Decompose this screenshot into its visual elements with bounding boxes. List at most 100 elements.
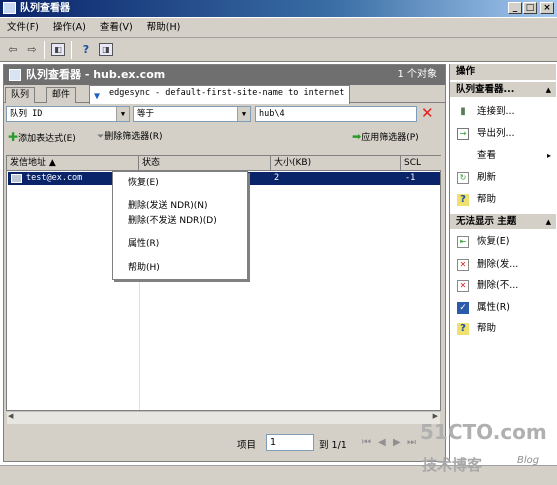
- filter-field-select[interactable]: 队列 ID ▼: [6, 106, 130, 122]
- section2-label: 无法显示 主题: [456, 216, 517, 227]
- tab-messages[interactable]: 邮件: [46, 87, 77, 103]
- filter-action-row: ✚添加表达式(E) ⏷删除筛选器(R) ➡应用筛选器(P): [4, 129, 445, 147]
- tab-filter-result[interactable]: ▼ edgesync - default-first-site-name to …: [89, 85, 351, 104]
- forward-arrow-icon[interactable]: ⇨: [24, 42, 40, 58]
- close-button[interactable]: ×: [540, 2, 554, 14]
- chevron-down-icon[interactable]: ▼: [237, 107, 250, 121]
- properties-icon: ✓: [457, 302, 469, 314]
- column-header-size[interactable]: 大小(KB): [271, 156, 401, 171]
- scroll-left-icon[interactable]: ◀: [8, 412, 13, 420]
- menu-separator: [117, 255, 243, 256]
- menu-help[interactable]: 帮助(H): [140, 18, 188, 38]
- action-resume[interactable]: ⇤ 恢复(E): [450, 232, 556, 252]
- first-page-icon[interactable]: ⏮: [362, 437, 371, 448]
- action-label: 删除(发...: [477, 259, 519, 270]
- action-help[interactable]: ? 帮助: [450, 190, 556, 210]
- collapse-up-icon[interactable]: ▲: [546, 82, 551, 98]
- action-label: 帮助: [477, 323, 497, 334]
- menu-item-properties[interactable]: 属性(R): [113, 236, 247, 252]
- toolbar: ⇦ ⇨ ◧ ? ◨: [0, 38, 557, 62]
- action-delete-no-ndr[interactable]: ✕ 删除(不...: [450, 276, 556, 296]
- remove-filter-label: 删除筛选器(R): [104, 132, 163, 142]
- previous-page-icon[interactable]: ◀: [378, 437, 386, 448]
- pager: 项目 1 到 1/1 ⏮ ◀ ▶ ⏭: [4, 431, 445, 455]
- action-label: 属性(R): [477, 302, 511, 313]
- next-page-icon[interactable]: ▶: [393, 437, 401, 448]
- export-icon: →: [457, 128, 469, 140]
- add-expression-label: 添加表达式(E): [18, 134, 76, 144]
- submenu-arrow-icon: ▸: [546, 151, 551, 160]
- action-section-selection[interactable]: 无法显示 主题 ▲: [450, 213, 556, 229]
- action-label: 导出列...: [477, 128, 515, 139]
- action-label: 查看: [477, 150, 497, 161]
- watermark-blog: Blog: [517, 455, 540, 466]
- menu-separator: [117, 232, 243, 233]
- filter-value-input[interactable]: hub\4: [255, 106, 417, 122]
- chevron-down-icon[interactable]: ▼: [116, 107, 129, 121]
- remove-filter-x-icon[interactable]: ✕: [421, 105, 434, 121]
- menu-file[interactable]: 文件(F): [0, 18, 46, 38]
- action-export[interactable]: → 导出列...: [450, 124, 556, 144]
- action-delete-ndr[interactable]: ✕ 删除(发...: [450, 255, 556, 275]
- action-label: 恢复(E): [477, 236, 510, 247]
- help-icon: ?: [457, 323, 469, 335]
- column-header-scl[interactable]: SCL: [401, 156, 441, 171]
- cell-scl: -1: [405, 173, 416, 183]
- page-input[interactable]: 1: [266, 434, 314, 451]
- add-expression-button[interactable]: ✚添加表达式(E): [8, 129, 76, 147]
- filter-field-value: 队列 ID: [10, 109, 43, 119]
- action-connect[interactable]: ▮ 连接到...: [450, 102, 556, 122]
- app-icon: [3, 2, 16, 14]
- help-icon[interactable]: ?: [78, 42, 94, 58]
- action-label: 连接到...: [477, 106, 515, 117]
- connect-icon: ▮: [460, 106, 466, 117]
- title-bar: 队列查看器: [0, 0, 557, 17]
- help-icon: ?: [457, 194, 469, 206]
- column-header-status[interactable]: 状态: [139, 156, 271, 171]
- horizontal-scrollbar[interactable]: ◀ ▶: [7, 411, 440, 424]
- section1-label: 队列查看器...: [456, 84, 515, 95]
- menu-item-delete-no-ndr[interactable]: 删除(不发送 NDR)(D): [113, 213, 247, 229]
- action-label: 刷新: [477, 172, 497, 183]
- menu-item-help[interactable]: 帮助(H): [113, 260, 247, 276]
- action-refresh[interactable]: ↻ 刷新: [450, 168, 556, 188]
- apply-filter-label: 应用筛选器(P): [361, 133, 419, 143]
- pane-header: 队列查看器 - hub.ex.com 1 个对象: [4, 65, 445, 85]
- column-header-from[interactable]: 发信地址 ▲: [7, 156, 139, 171]
- action-section-queue-viewer[interactable]: 队列查看器... ▲: [450, 81, 556, 97]
- remove-filter-button[interactable]: ⏷删除筛选器(R): [97, 129, 162, 145]
- window-title: 队列查看器: [20, 3, 70, 14]
- cell-size: 2: [274, 173, 280, 183]
- action-properties[interactable]: ✓ 属性(R): [450, 298, 556, 318]
- action-label: 删除(不...: [477, 280, 519, 291]
- object-count: 1 个对象: [397, 69, 437, 80]
- arrow-right-icon: ➡: [352, 130, 362, 143]
- menu-bar: 文件(F) 操作(A) 查看(V) 帮助(H): [0, 18, 557, 38]
- page-range: 到 1/1: [319, 440, 347, 451]
- action-view[interactable]: 查看 ▸: [450, 146, 556, 166]
- menu-action[interactable]: 操作(A): [46, 18, 93, 38]
- filter-operator-select[interactable]: 等于 ▼: [133, 106, 251, 122]
- scroll-right-icon[interactable]: ▶: [433, 412, 438, 420]
- collapse-up-icon[interactable]: ▲: [546, 214, 551, 230]
- tab-queues[interactable]: 队列: [5, 87, 36, 103]
- menu-item-resume[interactable]: 恢复(E): [113, 175, 247, 191]
- back-arrow-icon[interactable]: ⇦: [5, 42, 21, 58]
- plus-icon: ✚: [8, 130, 19, 144]
- filter-funnel-icon: ▼: [94, 91, 101, 102]
- apply-filter-button[interactable]: ➡应用筛选器(P): [352, 129, 419, 146]
- action-pane-header: 操作: [450, 64, 556, 80]
- show-action-pane-icon[interactable]: ◨: [99, 43, 113, 56]
- menu-view[interactable]: 查看(V): [93, 18, 140, 38]
- last-page-icon[interactable]: ⏭: [407, 437, 416, 448]
- cell-from: test@ex.com: [26, 173, 83, 183]
- filter-operator-value: 等于: [137, 109, 155, 119]
- context-menu: 恢复(E) 删除(发送 NDR)(N) 删除(不发送 NDR)(D) 属性(R)…: [112, 171, 248, 280]
- minimize-button[interactable]: _: [508, 2, 522, 14]
- menu-item-delete-ndr[interactable]: 删除(发送 NDR)(N): [113, 198, 247, 214]
- maximize-button[interactable]: □: [523, 2, 537, 14]
- action-help-2[interactable]: ? 帮助: [450, 319, 556, 339]
- message-icon: [11, 174, 22, 183]
- action-pane: 操作 队列查看器... ▲ ▮ 连接到... → 导出列... 查看 ▸ ↻ 刷新 ? 帮助…: [449, 64, 556, 462]
- show-console-tree-icon[interactable]: ◧: [51, 43, 65, 56]
